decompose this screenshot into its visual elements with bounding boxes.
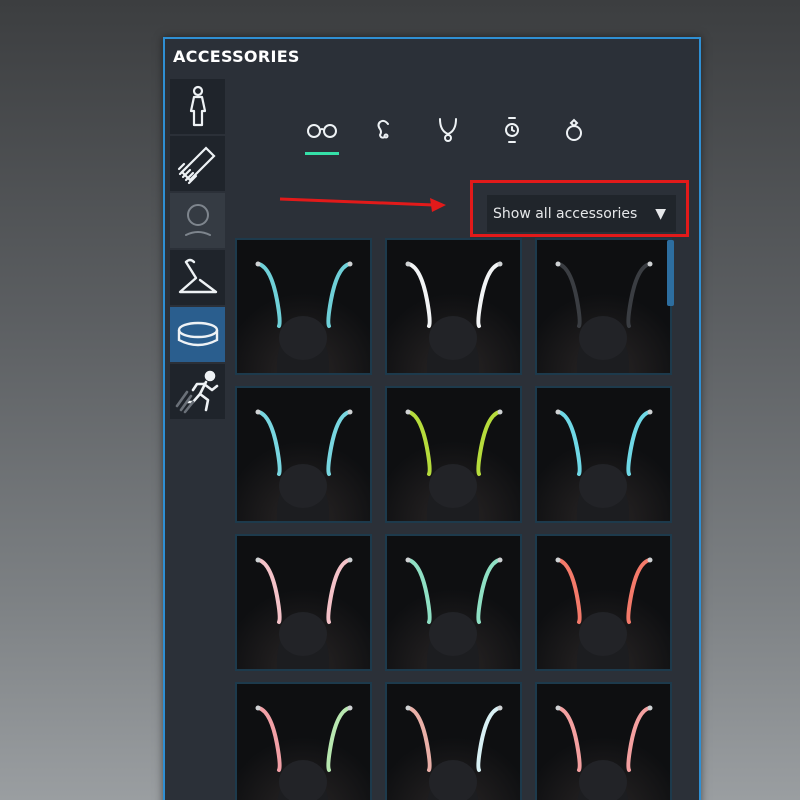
sidebar-item-head[interactable] (170, 193, 225, 248)
dropdown-arrow-icon: ▼ (655, 205, 666, 222)
running-man-icon (173, 370, 223, 414)
antenna-headband-icon (537, 684, 670, 800)
tab-necklace[interactable] (426, 109, 470, 155)
sidebar (170, 79, 226, 421)
accessory-tile[interactable] (385, 386, 522, 523)
accessory-tile[interactable] (535, 682, 672, 800)
antenna-headband-icon (387, 240, 520, 373)
necklace-icon (437, 117, 459, 147)
tab-glasses[interactable] (300, 109, 344, 155)
accessory-tile[interactable] (535, 238, 672, 375)
watch-icon (502, 116, 522, 148)
antenna-headband-icon (387, 684, 520, 800)
ring-band-icon (175, 318, 221, 352)
glasses-icon (305, 122, 339, 142)
antenna-headband-icon (387, 536, 520, 669)
annotation-arrow (279, 197, 446, 212)
ring-icon (564, 118, 584, 146)
filter-label: Show all accessories (493, 205, 638, 222)
sidebar-item-accessories[interactable] (170, 307, 225, 362)
category-tabs (300, 109, 600, 159)
accessories-panel: ACCESSORIES Show all accessories ▼ (163, 37, 701, 800)
sidebar-item-hair[interactable] (170, 136, 225, 191)
antenna-headband-icon (237, 684, 370, 800)
panel-title: ACCESSORIES (173, 47, 300, 66)
tab-watch[interactable] (490, 109, 534, 155)
comb-icon (176, 142, 220, 186)
antenna-headband-icon (237, 240, 370, 373)
antenna-headband-icon (537, 240, 670, 373)
tab-selected-indicator (305, 152, 339, 155)
accessory-filter-dropdown[interactable]: Show all accessories ▼ (487, 195, 676, 232)
body-icon (181, 85, 215, 129)
accessory-tile[interactable] (235, 534, 372, 671)
accessory-tile[interactable] (535, 534, 672, 671)
accessory-tile[interactable] (235, 386, 372, 523)
antenna-headband-icon (537, 536, 670, 669)
tab-ears[interactable] (362, 109, 406, 155)
hanger-icon (176, 256, 220, 300)
antenna-headband-icon (537, 388, 670, 521)
tab-ring[interactable] (552, 109, 596, 155)
scrollbar[interactable] (667, 240, 674, 306)
accessory-tile[interactable] (235, 238, 372, 375)
accessory-tile[interactable] (235, 682, 372, 800)
accessory-tile[interactable] (535, 386, 672, 523)
antenna-headband-icon (237, 388, 370, 521)
ear-icon (374, 118, 394, 146)
antenna-headband-icon (387, 388, 520, 521)
head-icon (181, 201, 215, 241)
accessory-tile[interactable] (385, 534, 522, 671)
sidebar-item-clothing[interactable] (170, 250, 225, 305)
accessory-tile[interactable] (385, 682, 522, 800)
sidebar-item-body[interactable] (170, 79, 225, 134)
accessory-tile[interactable] (385, 238, 522, 375)
antenna-headband-icon (237, 536, 370, 669)
sidebar-item-animation[interactable] (170, 364, 225, 419)
